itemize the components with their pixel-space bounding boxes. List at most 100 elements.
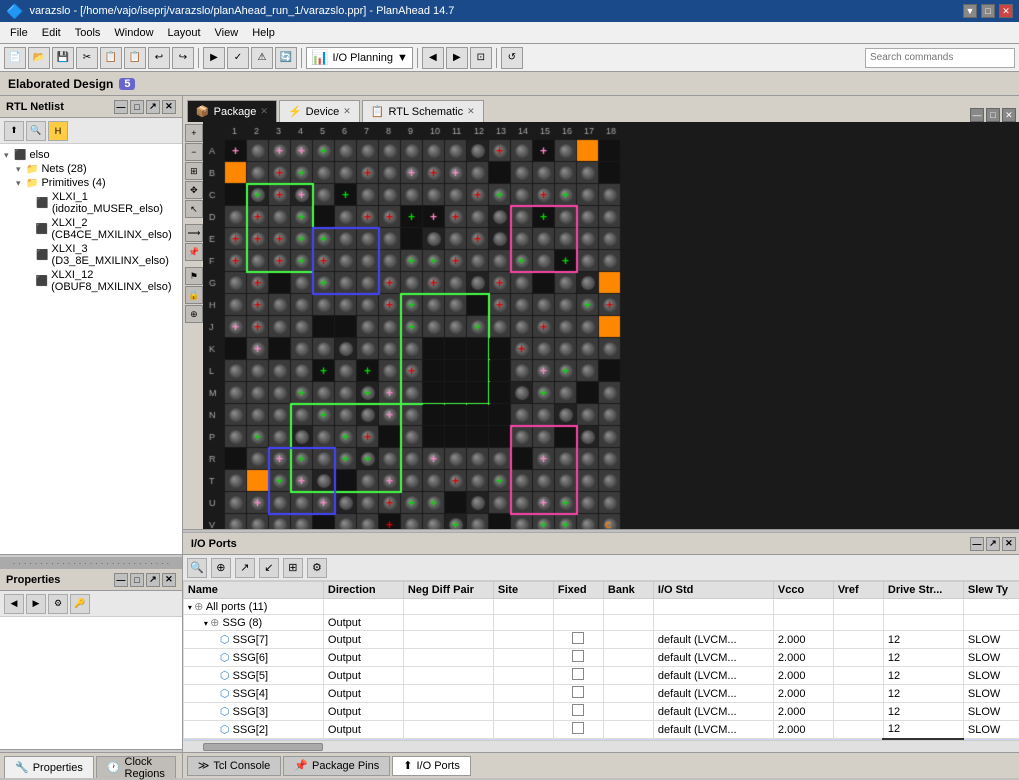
col-bank[interactable]: Bank [603, 582, 653, 599]
toolbar-drc[interactable]: ⚠ [251, 47, 273, 69]
io-minimize[interactable]: — [970, 537, 984, 551]
io-search-icon[interactable]: 🔍 [187, 558, 207, 578]
expand-elso[interactable]: ▾ [4, 150, 14, 161]
props-forward[interactable]: ▶ [26, 594, 46, 614]
col-neg-diff[interactable]: Neg Diff Pair [403, 582, 493, 599]
toolbar-redo[interactable]: ↪ [172, 47, 194, 69]
toolbar-save[interactable]: 💾 [52, 47, 74, 69]
toolbar-paste[interactable]: 📋 [124, 47, 146, 69]
tree-item-xlxi3[interactable]: ⬛ XLXI_3 (D3_8E_MXILINX_elso) [28, 242, 178, 268]
menu-edit[interactable]: Edit [36, 25, 67, 41]
col-drive[interactable]: Drive Str... [883, 582, 963, 599]
tree-item-elso[interactable]: ▾ ⬛ elso [4, 148, 178, 162]
viewer-minimize[interactable]: — [970, 108, 984, 122]
package-tab-close[interactable]: ✕ [260, 106, 268, 117]
tab-io-ports[interactable]: ⬆ I/O Ports [392, 756, 471, 776]
netlist-restore[interactable]: □ [130, 100, 144, 114]
toolbar-check[interactable]: ✓ [227, 47, 249, 69]
marker-tool[interactable]: ⚑ [185, 267, 203, 285]
scrollbar-thumb-h[interactable] [203, 743, 323, 751]
menu-help[interactable]: Help [246, 25, 281, 41]
table-row[interactable]: ⬡ SSG[7]Outputdefault (LVCM...2.00012SLO… [183, 631, 1019, 649]
menu-layout[interactable]: Layout [162, 25, 207, 41]
minimize-btn[interactable]: ▼ [963, 4, 977, 18]
menu-file[interactable]: File [4, 25, 34, 41]
tree-item-nets[interactable]: ▾ 📁 Nets (28) [16, 162, 178, 176]
flow-dropdown[interactable]: 📊 I/O Planning ▼ [306, 47, 413, 69]
col-name[interactable]: Name [183, 582, 323, 599]
toolbar-open[interactable]: 📂 [28, 47, 50, 69]
assign-tool[interactable]: 📌 [185, 243, 203, 261]
table-row[interactable]: ⬡ SSG[6]Outputdefault (LVCM...2.00012SLO… [183, 649, 1019, 667]
viewer-maximize[interactable]: □ [986, 108, 1000, 122]
table-row[interactable]: ⬡ SSG[5]Outputdefault (LVCM...2.00012SLO… [183, 667, 1019, 685]
tree-item-xlxi2[interactable]: ⬛ XLXI_2 (CB4CE_MXILINX_elso) [28, 216, 178, 242]
netlist-tool-2[interactable]: 🔍 [26, 121, 46, 141]
toolbar-refresh[interactable]: 🔄 [275, 47, 297, 69]
table-row[interactable]: ⬡ SSG[4]Outputdefault (LVCM...2.00012SLO… [183, 685, 1019, 703]
cursor-tool[interactable]: ⊕ [185, 305, 203, 323]
table-row[interactable]: ⬡ SSG[2]Outputdefault (LVCM...2.00012SLO… [183, 721, 1019, 739]
toolbar-new[interactable]: 📄 [4, 47, 26, 69]
netlist-tool-1[interactable]: ⬆ [4, 121, 24, 141]
tree-item-xlxi1[interactable]: ⬛ XLXI_1 (idozito_MUSER_elso) [28, 190, 178, 216]
toolbar-cut[interactable]: ✂ [76, 47, 98, 69]
io-expand[interactable]: ↗ [986, 537, 1000, 551]
select-tool[interactable]: ↖ [185, 200, 203, 218]
col-fixed[interactable]: Fixed [553, 582, 603, 599]
table-row[interactable]: ▾ ⊕ All ports (11) [183, 599, 1019, 615]
tab-tcl-console[interactable]: ≫ Tcl Console [187, 756, 281, 776]
device-tab-close[interactable]: ✕ [343, 106, 351, 117]
menu-window[interactable]: Window [108, 25, 159, 41]
col-iostd[interactable]: I/O Std [653, 582, 773, 599]
col-vref[interactable]: Vref [833, 582, 883, 599]
netlist-tool-highlight[interactable]: H [48, 121, 68, 141]
toolbar-forward[interactable]: ▶ [446, 47, 468, 69]
toolbar-refresh2[interactable]: ↺ [501, 47, 523, 69]
toolbar-undo[interactable]: ↩ [148, 47, 170, 69]
col-vcco[interactable]: Vcco [773, 582, 833, 599]
props-restore[interactable]: □ [130, 573, 144, 587]
netlist-minimize[interactable]: — [114, 100, 128, 114]
io-settings-btn[interactable]: ⚙ [307, 558, 327, 578]
expand-prims[interactable]: ▾ [16, 178, 26, 189]
props-back[interactable]: ◀ [4, 594, 24, 614]
pan-tool[interactable]: ✥ [185, 181, 203, 199]
io-close[interactable]: ✕ [1002, 537, 1016, 551]
toolbar-copy[interactable]: 📋 [100, 47, 122, 69]
tree-item-xlxi12[interactable]: ⬛ XLXI_12 (OBUF8_MXILINX_elso) [28, 268, 178, 294]
expand-nets[interactable]: ▾ [16, 164, 26, 175]
toolbar-run[interactable]: ▶ [203, 47, 225, 69]
io-import-btn[interactable]: ↙ [259, 558, 279, 578]
io-add-btn[interactable]: ⊕ [211, 558, 231, 578]
search-input[interactable] [865, 48, 1015, 68]
netlist-close[interactable]: ✕ [162, 100, 176, 114]
rtl-tab-close[interactable]: ✕ [467, 106, 475, 117]
tab-properties[interactable]: 🔧 Properties [4, 756, 94, 778]
props-tool-1[interactable]: ⚙ [48, 594, 68, 614]
io-scrollbar-h[interactable] [183, 740, 1019, 752]
menu-tools[interactable]: Tools [69, 25, 107, 41]
toolbar-home[interactable]: ⊡ [470, 47, 492, 69]
close-btn[interactable]: ✕ [999, 4, 1013, 18]
tab-clock-regions[interactable]: 🕐 Clock Regions [96, 756, 176, 778]
maximize-btn[interactable]: □ [981, 4, 995, 18]
props-expand[interactable]: ↗ [146, 573, 160, 587]
col-direction[interactable]: Direction [323, 582, 403, 599]
zoom-out-tool[interactable]: − [185, 143, 203, 161]
toolbar-back[interactable]: ◀ [422, 47, 444, 69]
props-tool-2[interactable]: 🔑 [70, 594, 90, 614]
table-row[interactable]: ▾ ⊕ SSG (8)Output [183, 615, 1019, 631]
route-tool[interactable]: ⟶ [185, 224, 203, 242]
tree-item-prims[interactable]: ▾ 📁 Primitives (4) [16, 176, 178, 190]
viewer-close[interactable]: ✕ [1002, 108, 1016, 122]
io-export-btn[interactable]: ↗ [235, 558, 255, 578]
col-slew[interactable]: Slew Ty [963, 582, 1019, 599]
tab-device[interactable]: ⚡ Device ✕ [279, 100, 360, 122]
zoom-in-tool[interactable]: + [185, 124, 203, 142]
lock-tool[interactable]: 🔒 [185, 286, 203, 304]
menu-view[interactable]: View [209, 25, 245, 41]
tab-rtl-schematic[interactable]: 📋 RTL Schematic ✕ [362, 100, 484, 122]
tab-package[interactable]: 📦 Package ✕ [187, 100, 277, 122]
tab-package-pins[interactable]: 📌 Package Pins [283, 756, 390, 776]
